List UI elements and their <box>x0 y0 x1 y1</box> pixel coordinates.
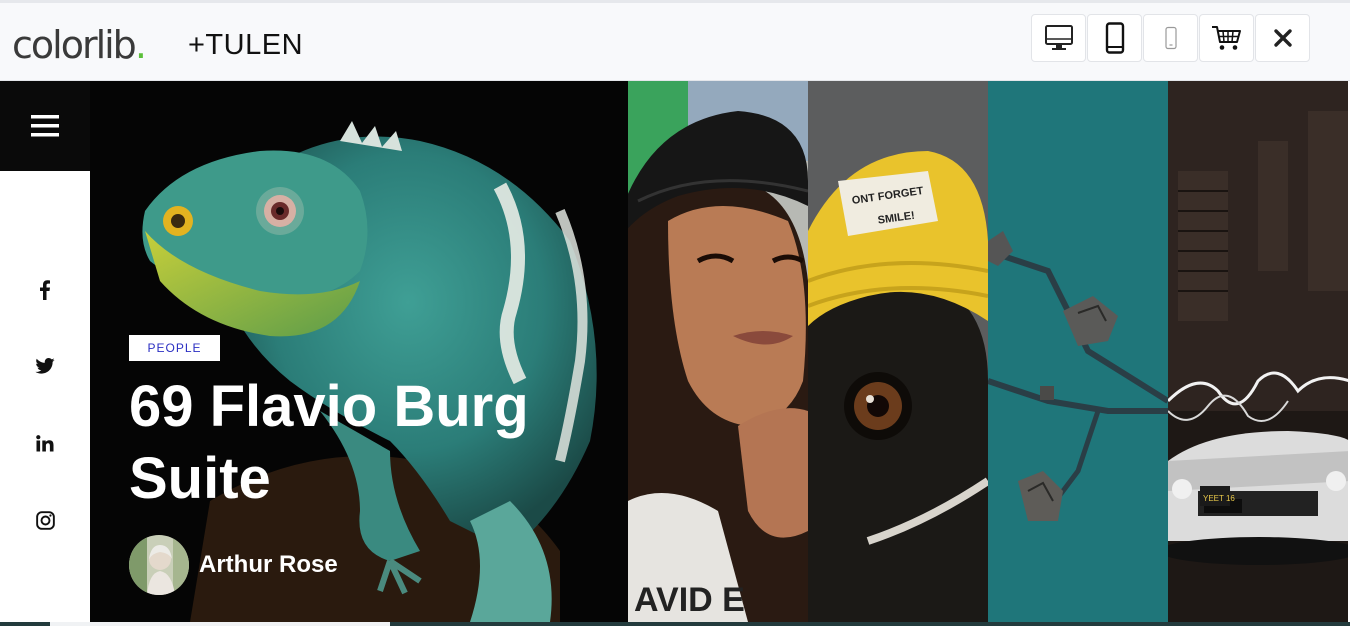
post-strip-woman[interactable]: AVID E <box>628 81 808 622</box>
instagram-link[interactable] <box>0 511 90 530</box>
post-title[interactable]: 69 Flavio Burg Suite <box>129 371 609 515</box>
page-bottom-edge <box>0 622 1350 626</box>
device-switcher <box>1031 14 1310 62</box>
instagram-icon <box>35 511 55 530</box>
post-strip-aerial[interactable] <box>988 81 1168 622</box>
linkedin-link[interactable] <box>0 435 90 452</box>
demo-top-bar: colorlib. +TULEN <box>0 0 1350 81</box>
theme-name: +TULEN <box>188 29 304 61</box>
pug-image: ONT FORGET SMILE! <box>808 81 988 622</box>
desktop-icon <box>1044 25 1073 50</box>
twitter-link[interactable] <box>0 358 90 374</box>
twitter-icon <box>35 358 55 374</box>
sidebar <box>0 81 90 622</box>
linkedin-icon <box>36 435 54 452</box>
desktop-view-button[interactable] <box>1031 14 1086 62</box>
buy-button[interactable] <box>1199 14 1254 62</box>
mobile-view-button[interactable] <box>1143 14 1198 62</box>
car-image: YEET 16 <box>1168 81 1348 622</box>
close-button[interactable] <box>1255 14 1310 62</box>
svg-text:AVID E: AVID E <box>634 581 745 619</box>
woman-image: AVID E <box>628 81 808 622</box>
svg-text:YEET 16: YEET 16 <box>1203 494 1235 503</box>
close-icon <box>1273 29 1292 47</box>
tablet-view-button[interactable] <box>1087 14 1142 62</box>
hero-featured-post[interactable]: PEOPLE 69 Flavio Burg Suite Arthur Rose <box>90 81 628 622</box>
author-name: Arthur Rose <box>199 551 338 578</box>
post-strip-pug[interactable]: ONT FORGET SMILE! <box>808 81 988 622</box>
mobile-icon <box>1164 26 1177 50</box>
colorlib-logo[interactable]: colorlib. <box>12 23 147 67</box>
author-avatar <box>129 535 189 595</box>
hamburger-icon <box>31 115 59 137</box>
post-author[interactable]: Arthur Rose <box>129 535 338 595</box>
facebook-icon <box>40 280 50 300</box>
aerial-water-image <box>988 81 1168 622</box>
tablet-icon <box>1105 22 1124 54</box>
post-title-line-2: Suite <box>129 446 271 511</box>
cart-icon <box>1211 26 1241 50</box>
post-title-line-1: 69 Flavio Burg <box>129 374 529 439</box>
post-strip-car[interactable]: YEET 16 <box>1168 81 1348 622</box>
menu-button[interactable] <box>0 81 90 171</box>
facebook-link[interactable] <box>0 280 90 300</box>
category-tag[interactable]: PEOPLE <box>129 335 220 361</box>
